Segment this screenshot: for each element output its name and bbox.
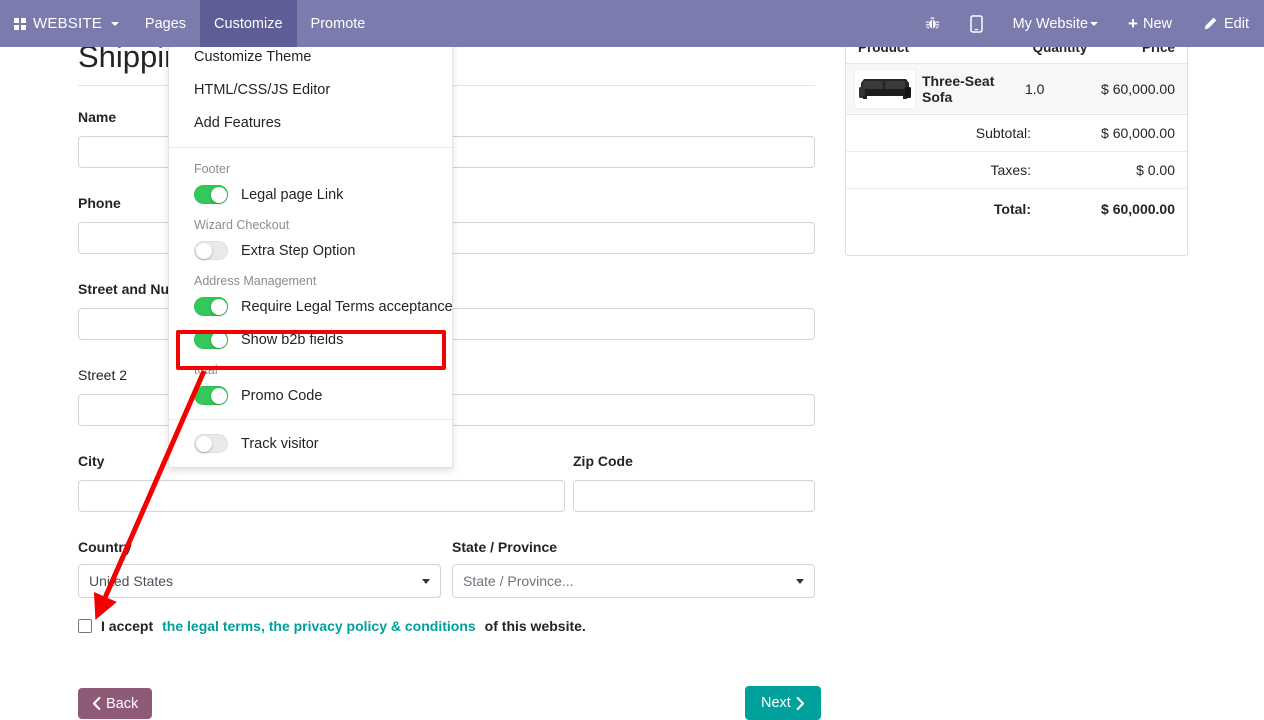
total-value: $ 60,000.00 xyxy=(1101,201,1175,217)
menu-divider xyxy=(169,419,452,421)
customize-dropdown-menu: Customize Theme HTML/CSS/JS Editor Add F… xyxy=(168,36,453,469)
plus-icon: + xyxy=(1128,14,1138,33)
summary-spacer xyxy=(846,229,1187,255)
mobile-preview-button[interactable] xyxy=(955,0,998,47)
next-button[interactable]: Next xyxy=(745,686,821,720)
subtotal-label: Subtotal: xyxy=(975,125,1031,141)
nav-item-promote[interactable]: Promote xyxy=(297,0,380,47)
edit-button[interactable]: Edit xyxy=(1187,0,1264,47)
label-zip: Zip Code xyxy=(573,453,633,469)
toggle-require-legal-terms-label: Require Legal Terms acceptance xyxy=(241,298,453,315)
website-selector-dropdown[interactable]: My Website xyxy=(998,0,1113,47)
order-line-row: Three-Seat Sofa 1.0 $ 60,000.00 xyxy=(846,63,1187,115)
product-quantity: 1.0 xyxy=(1025,81,1045,97)
product-name: Three-Seat Sofa xyxy=(922,73,995,105)
back-button-label: Back xyxy=(106,695,139,712)
label-name: Name xyxy=(78,109,117,125)
menu-item-add-features[interactable]: Add Features xyxy=(169,107,452,140)
legal-terms-link[interactable]: the legal terms, the privacy policy & co… xyxy=(162,618,476,634)
label-country: Country xyxy=(78,539,132,555)
group-label-footer: Footer xyxy=(194,162,231,177)
label-phone: Phone xyxy=(78,195,121,211)
total-label: Total: xyxy=(993,201,1031,217)
switch-icon[interactable] xyxy=(194,386,228,406)
toggle-extra-step-option-label: Extra Step Option xyxy=(241,242,356,259)
taxes-value: $ 0.00 xyxy=(1136,162,1175,178)
website-brand-menu[interactable]: WEBSITE xyxy=(0,0,131,47)
group-label-address-management: Address Management xyxy=(194,274,317,289)
toggle-promo-code[interactable]: Promo Code xyxy=(169,379,452,412)
brand-label: WEBSITE xyxy=(33,15,102,32)
toggle-show-b2b-fields[interactable]: Show b2b fields xyxy=(169,323,452,356)
order-summary-panel: Product Quantity Price Three-Seat Sofa 1… xyxy=(845,33,1188,256)
new-button-label: New xyxy=(1142,15,1172,32)
pencil-icon xyxy=(1204,17,1217,29)
switch-icon[interactable] xyxy=(194,297,228,317)
chevron-right-icon xyxy=(796,696,804,710)
apps-grid-icon xyxy=(14,17,26,30)
menu-divider xyxy=(169,147,452,149)
select-country[interactable]: United States xyxy=(78,564,441,598)
mobile-icon xyxy=(969,14,983,33)
bug-report-button[interactable] xyxy=(910,0,955,47)
group-label-total: total xyxy=(194,363,218,378)
label-state: State / Province xyxy=(452,539,558,555)
navbar-right-group: My Website + New Edit xyxy=(910,0,1264,47)
input-zip[interactable] xyxy=(573,480,815,512)
chevron-down-icon xyxy=(1090,21,1099,26)
accept-prefix: I accept xyxy=(101,618,154,634)
product-price: $ 60,000.00 xyxy=(1101,81,1175,97)
accept-legal-terms-checkbox[interactable] xyxy=(78,619,92,633)
bug-icon xyxy=(925,16,939,29)
toggle-promo-code-label: Promo Code xyxy=(241,387,323,404)
next-button-label: Next xyxy=(761,695,791,711)
label-city: City xyxy=(78,453,105,469)
new-button[interactable]: + New xyxy=(1113,0,1187,47)
select-state[interactable]: State / Province... xyxy=(452,564,815,598)
menu-item-html-css-js-editor[interactable]: HTML/CSS/JS Editor xyxy=(169,74,452,107)
toggle-track-visitor-label: Track visitor xyxy=(241,435,319,452)
group-label-wizard-checkout: Wizard Checkout xyxy=(194,218,290,233)
summary-taxes-row: Taxes: $ 0.00 xyxy=(846,152,1187,189)
nav-item-pages[interactable]: Pages xyxy=(131,0,200,47)
website-selector-label: My Website xyxy=(1012,15,1089,32)
summary-total-row: Total: $ 60,000.00 xyxy=(846,189,1187,229)
chevron-down-icon xyxy=(110,21,119,26)
accept-terms-row: I accept the legal terms, the privacy po… xyxy=(78,618,586,634)
top-navbar: WEBSITE Pages Customize Promote My Websi… xyxy=(0,0,1264,47)
nav-item-customize[interactable]: Customize xyxy=(200,0,297,47)
accept-suffix: of this website. xyxy=(484,618,586,634)
input-city[interactable] xyxy=(78,480,565,512)
subtotal-value: $ 60,000.00 xyxy=(1101,125,1175,141)
toggle-legal-page-link[interactable]: Legal page Link xyxy=(169,178,452,211)
chevron-down-icon xyxy=(422,578,430,584)
back-button[interactable]: Back xyxy=(78,688,153,719)
product-thumbnail xyxy=(854,69,916,109)
sofa-icon xyxy=(855,70,915,108)
select-country-value: United States xyxy=(89,573,174,589)
toggle-show-b2b-fields-label: Show b2b fields xyxy=(241,331,344,348)
label-street2: Street 2 xyxy=(78,367,128,383)
chevron-down-icon xyxy=(796,578,804,584)
select-state-value: State / Province... xyxy=(463,573,574,589)
switch-icon[interactable] xyxy=(194,185,228,205)
switch-icon[interactable] xyxy=(194,434,228,454)
switch-icon[interactable] xyxy=(194,241,228,261)
chevron-left-icon xyxy=(92,697,101,710)
taxes-label: Taxes: xyxy=(990,162,1031,178)
toggle-extra-step-option[interactable]: Extra Step Option xyxy=(169,234,452,267)
toggle-legal-page-link-label: Legal page Link xyxy=(241,186,344,203)
toggle-track-visitor[interactable]: Track visitor xyxy=(169,427,452,467)
switch-icon[interactable] xyxy=(194,330,228,350)
edit-button-label: Edit xyxy=(1224,15,1249,32)
toggle-require-legal-terms-acceptance[interactable]: Require Legal Terms acceptance xyxy=(169,290,453,323)
summary-subtotal-row: Subtotal: $ 60,000.00 xyxy=(846,115,1187,152)
